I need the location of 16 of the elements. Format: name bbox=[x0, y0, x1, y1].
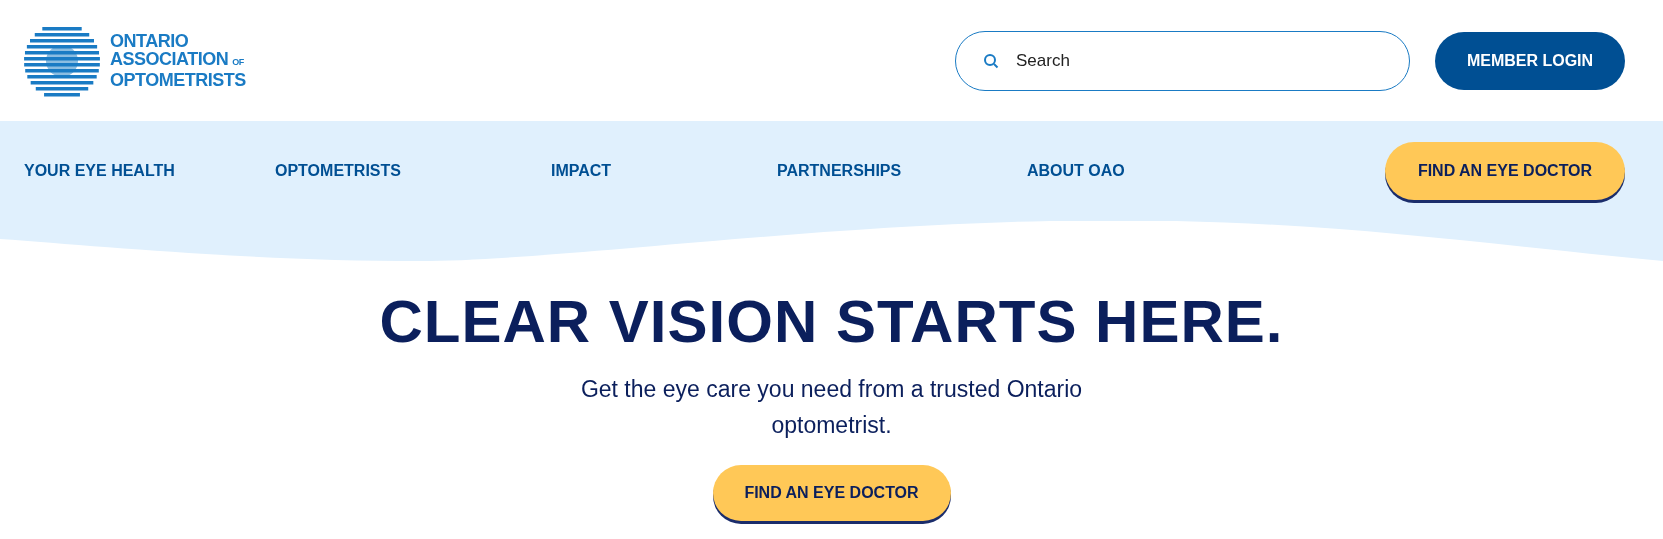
search-field[interactable]: Search bbox=[955, 30, 1410, 91]
find-doctor-button[interactable]: FIND AN EYE DOCTOR bbox=[712, 465, 951, 521]
search-icon bbox=[983, 52, 999, 69]
logo-text: OPTOMETRISTS bbox=[110, 71, 246, 89]
nav-link[interactable]: OPTOMETRISTS bbox=[275, 159, 551, 183]
hero-title: CLEAR VISION STARTS HERE. bbox=[379, 287, 1284, 357]
nav-link[interactable]: IMPACT bbox=[551, 159, 777, 183]
nav-link[interactable]: PARTNERSHIPS bbox=[777, 159, 1027, 183]
nav-link[interactable]: YOUR EYE HEALTH bbox=[24, 159, 275, 183]
find-doctor-button[interactable]: FIND AN EYE DOCTOR bbox=[1385, 142, 1625, 200]
logo-text: OF bbox=[232, 56, 244, 69]
nav-link[interactable]: ABOUT OAO bbox=[1027, 159, 1227, 183]
logo-text: ASSOCIATION bbox=[110, 50, 229, 68]
hero-subtitle: Get the eye care you need from a trusted Ontario optometrist. bbox=[579, 375, 1084, 440]
member-login-button[interactable]: MEMBER LOGIN bbox=[1435, 31, 1625, 90]
logo-text: ONTARIO bbox=[110, 32, 190, 50]
